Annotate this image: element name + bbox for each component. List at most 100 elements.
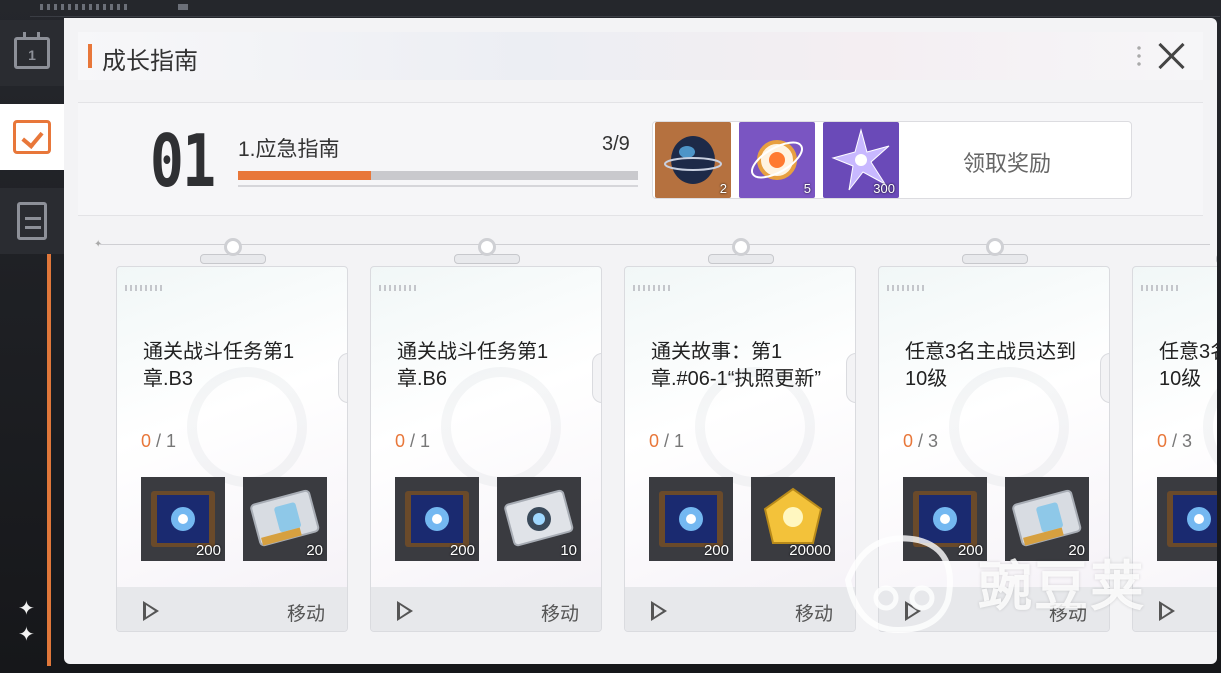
growth-guide-panel: 成长指南 01 1.应急指南 3/9 2 5 300 领取奖励 ✦ 通关战斗任务…	[64, 18, 1217, 664]
stage-name: 1.应急指南	[238, 138, 340, 161]
reward-qty: 20	[306, 542, 323, 559]
claim-reward-button[interactable]: 领取奖励	[963, 146, 1051, 178]
go-button[interactable]: 移动	[371, 587, 601, 631]
reward-slot[interactable]: 300	[823, 122, 899, 198]
mission-title: 通关战斗任务第1章.B3	[143, 341, 295, 390]
mission-title: 任意3名主战员达到10级	[905, 341, 1077, 390]
mission-title: 通关故事：第1章.#06-1“执照更新”	[651, 341, 822, 390]
mission-card-body: 通关战斗任务第1章.B3 0 / 1 200 20 移动	[116, 266, 348, 632]
calendar-icon: 1	[14, 32, 50, 69]
reward-qty: 5	[803, 181, 811, 196]
reward-qty: 2	[719, 181, 727, 196]
card-pin-icon	[732, 238, 750, 256]
reward-qty: 10	[560, 542, 577, 559]
mission-progress: 0 / 1	[649, 431, 684, 452]
reward-slot[interactable]: 2	[655, 122, 731, 198]
card-pin-icon	[986, 238, 1004, 256]
mission-progress-current: 0	[395, 431, 406, 451]
mission-card: 任意3名主战员达到10级 0 / 3	[1132, 254, 1217, 632]
mission-title: 任意3名主战员达到10级	[1159, 341, 1217, 390]
card-serial-deco	[125, 285, 165, 291]
reward-qty: 200	[195, 542, 221, 559]
card-rail-line	[100, 244, 1210, 245]
reward-qty: 20	[1068, 542, 1085, 559]
mission-progress-total: / 1	[659, 431, 685, 451]
go-button[interactable]: 移动	[117, 587, 347, 631]
card-reward-slot[interactable]: 20000	[751, 477, 835, 561]
sparkle-icon: ✦	[18, 624, 35, 646]
mission-progress-total: / 1	[405, 431, 431, 451]
go-label: 移动	[286, 604, 325, 625]
mission-card-body: 通关战斗任务第1章.B6 0 / 1 200 10 移动	[370, 266, 602, 632]
mission-progress: 0 / 1	[141, 431, 176, 452]
card-serial-deco	[887, 285, 927, 291]
stage-progress-fill	[238, 171, 372, 180]
reward-qty: 200	[957, 542, 983, 559]
card-serial-deco	[633, 285, 673, 291]
mission-card: 通关战斗任务第1章.B3 0 / 1 200 20 移动	[116, 238, 348, 632]
divider	[238, 185, 638, 187]
card-reward-slot[interactable]: 200	[649, 477, 733, 561]
mission-progress: 0 / 3	[903, 431, 938, 452]
card-notch	[1100, 353, 1109, 403]
mission-title: 通关战斗任务第1章.B6	[397, 341, 549, 390]
reward-qty: 200	[703, 542, 729, 559]
more-dots-icon	[1137, 44, 1141, 66]
mission-card-body: 任意3名主战员达到10级 0 / 3 200 20 移动	[878, 266, 1110, 632]
reward-qty: 20000	[789, 542, 831, 559]
page-title: 成长指南	[102, 48, 198, 75]
card-reward-slot[interactable]: 20	[243, 477, 327, 561]
stage-reward-box[interactable]: 2 5 300 领取奖励	[652, 121, 1132, 199]
stage-progress-bar	[238, 171, 638, 180]
card-pin-icon	[224, 238, 242, 256]
card-serial-deco	[1141, 285, 1181, 291]
close-button[interactable]	[1153, 38, 1189, 74]
card-pin-icon	[478, 238, 496, 256]
card-reward-slot[interactable]: 200	[395, 477, 479, 561]
stage-header: 01 1.应急指南 3/9 2 5 300 领取奖励	[78, 102, 1203, 216]
card-reward-slot[interactable]: 20	[1005, 477, 1089, 561]
mission-progress-total: / 3	[1167, 431, 1193, 451]
mission-progress-total: / 3	[913, 431, 939, 451]
go-label: 移动	[540, 604, 579, 625]
mission-card-body: 任意3名主战员达到10级 0 / 3	[1132, 266, 1217, 632]
tab-calendar[interactable]: 1	[0, 20, 64, 86]
stage-number: 01	[150, 119, 216, 203]
tab-notebook[interactable]	[0, 188, 64, 254]
card-reward-slot[interactable]: 10	[497, 477, 581, 561]
card-reward-slot[interactable]: 200	[903, 477, 987, 561]
mission-card: 任意3名主战员达到10级 0 / 3 200 20 移动	[878, 238, 1110, 632]
checklist-icon	[13, 120, 51, 154]
card-reward-slot[interactable]: 200	[141, 477, 225, 561]
top-deco-bar	[30, 0, 1220, 17]
mission-progress-total: / 1	[151, 431, 177, 451]
mission-progress: 0 / 3	[1157, 431, 1192, 452]
mission-progress: 0 / 1	[395, 431, 430, 452]
card-notch	[338, 353, 347, 403]
mission-progress-current: 0	[141, 431, 152, 451]
mission-progress-current: 0	[1157, 431, 1168, 451]
card-notch	[592, 353, 601, 403]
rail-end-icon: ✦	[94, 239, 103, 250]
mission-progress-current: 0	[903, 431, 914, 451]
go-button[interactable]: 移动	[879, 587, 1109, 631]
sparkle-icon: ✦	[18, 598, 35, 620]
tab-growth-guide[interactable]	[0, 104, 64, 170]
notebook-icon	[17, 202, 47, 240]
mission-card-body: 通关故事：第1章.#06-1“执照更新” 0 / 1 200 20000 移动	[624, 266, 856, 632]
go-button[interactable]	[1133, 587, 1217, 631]
galaxy-book-icon	[1157, 491, 1217, 561]
go-label: 移动	[1048, 604, 1087, 625]
reward-qty: 200	[449, 542, 475, 559]
mission-card: 通关战斗任务第1章.B6 0 / 1 200 10 移动	[370, 238, 602, 632]
title-accent	[88, 44, 92, 68]
go-button[interactable]: 移动	[625, 587, 855, 631]
reward-qty: 300	[873, 181, 895, 196]
mission-card: 通关故事：第1章.#06-1“执照更新” 0 / 1 200 20000 移动	[624, 238, 856, 632]
stage-count: 3/9	[602, 133, 630, 155]
card-notch	[846, 353, 855, 403]
card-clip	[1216, 254, 1217, 264]
orange-rail-deco	[47, 230, 51, 666]
card-reward-slot[interactable]	[1157, 477, 1217, 561]
reward-slot[interactable]: 5	[739, 122, 815, 198]
